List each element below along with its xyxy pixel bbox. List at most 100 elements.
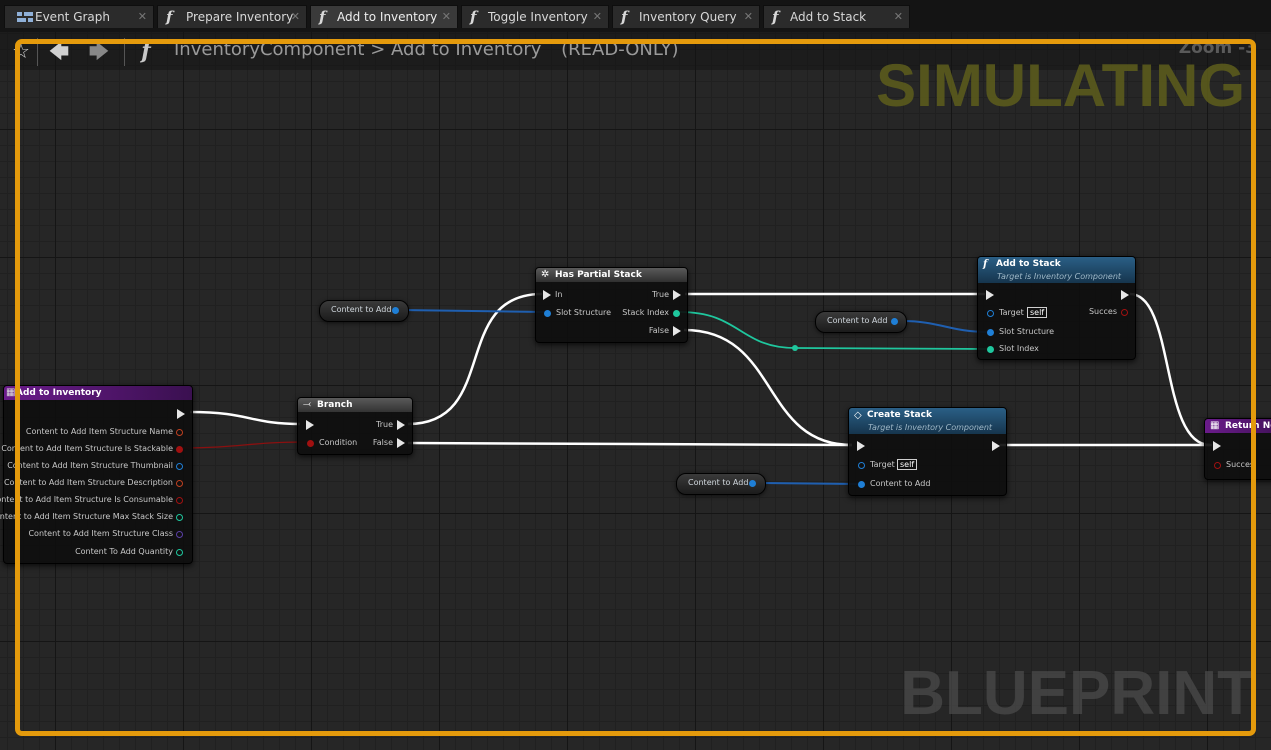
success-pin[interactable]	[1214, 462, 1221, 469]
branch-node[interactable]: ⤙ Branch Condition True False	[297, 397, 413, 455]
pin-label: Content to Add Item Structure Descriptio…	[3, 478, 173, 487]
has-partial-stack-node[interactable]: ✲ Has Partial Stack In Slot Structure Tr…	[535, 267, 688, 343]
pin-is-stackable[interactable]	[176, 446, 183, 453]
node-title: Create Stack	[867, 410, 932, 420]
slot-structure-pin[interactable]	[544, 310, 551, 317]
pin-is-consumable[interactable]	[176, 497, 183, 504]
exec-input-pin[interactable]	[543, 290, 551, 300]
exec-true-pin[interactable]	[397, 420, 405, 430]
read-only-badge: (READ-ONLY)	[561, 39, 679, 60]
pin-label: Content to Add Item Structure Thumbnail	[7, 461, 173, 470]
wire-reroute-dot	[792, 345, 798, 351]
pin-label: Content to Add	[870, 479, 931, 488]
function-entry-node[interactable]: ▦ Add to Inventory Content to Add Item S…	[0, 385, 193, 564]
variable-output-pin[interactable]	[749, 480, 756, 487]
breadcrumb: InventoryComponent > Add to Inventory (R…	[174, 39, 679, 60]
function-icon: f	[166, 8, 173, 26]
close-icon[interactable]: ✕	[291, 6, 300, 28]
graph-canvas[interactable]: ▦ Add to Inventory Content to Add Item S…	[0, 32, 1271, 750]
function-icon: f	[470, 8, 477, 26]
self-default-box[interactable]: self	[1027, 307, 1048, 318]
condition-pin[interactable]	[307, 440, 314, 447]
pin-description[interactable]	[176, 480, 183, 487]
content-to-add-getter[interactable]: Content to Add	[319, 300, 409, 322]
content-to-add-pin[interactable]	[858, 481, 865, 488]
add-to-stack-node[interactable]: f Add to Stack Target is Inventory Compo…	[977, 256, 1136, 360]
pin-label: Content to Add Item Structure Is Stackab…	[1, 444, 173, 453]
event-graph-icon	[17, 12, 33, 22]
back-arrow-icon[interactable]: 🡄	[44, 36, 74, 66]
tab-prepare-inventory[interactable]: f Prepare Inventory ✕	[157, 5, 307, 28]
target-pin[interactable]	[987, 310, 994, 317]
node-subtitle: Target is Inventory Component	[868, 423, 993, 432]
branch-icon: ⤙	[303, 399, 311, 410]
macro-icon: ✲	[541, 269, 550, 280]
tab-toggle-inventory[interactable]: f Toggle Inventory ✕	[461, 5, 609, 28]
target-pin[interactable]	[858, 462, 865, 469]
function-icon: f	[141, 38, 151, 64]
pin-label: False	[648, 326, 669, 335]
exec-input-pin[interactable]	[306, 420, 314, 430]
breadcrumb-separator: >	[370, 39, 386, 60]
pin-label: Succes	[1088, 307, 1117, 316]
node-header	[298, 398, 412, 412]
self-default-box[interactable]: self	[897, 459, 918, 470]
favorite-star-icon[interactable]: ☆	[8, 36, 34, 66]
variable-output-pin[interactable]	[392, 307, 399, 314]
exec-true-pin[interactable]	[673, 290, 681, 300]
exec-input-pin[interactable]	[986, 290, 994, 300]
diamond-icon: ◇	[854, 410, 862, 421]
content-to-add-getter[interactable]: Content to Add	[815, 311, 907, 333]
exec-input-pin[interactable]	[857, 441, 865, 451]
close-icon[interactable]: ✕	[593, 6, 602, 28]
pin-label: Target	[870, 460, 895, 469]
exec-wire-partial-false	[683, 328, 853, 447]
close-icon[interactable]: ✕	[442, 6, 451, 28]
tab-add-to-inventory[interactable]: f Add to Inventory ✕	[310, 5, 458, 28]
tab-label: Event Graph	[35, 10, 110, 24]
exec-output-pin[interactable]	[177, 409, 185, 419]
pin-max-stack-size[interactable]	[176, 514, 183, 521]
pin-quantity[interactable]	[176, 549, 183, 556]
struct-wire-content-slot	[399, 309, 547, 313]
content-to-add-getter[interactable]: Content to Add	[676, 473, 766, 495]
tab-inventory-query[interactable]: f Inventory Query ✕	[612, 5, 760, 28]
return-node[interactable]: ▦ Return No Succes	[1204, 418, 1271, 480]
divider	[37, 38, 38, 66]
variable-label: Content to Add	[827, 316, 888, 325]
pin-thumbnail[interactable]	[176, 463, 183, 470]
success-pin[interactable]	[1121, 309, 1128, 316]
pin-name[interactable]	[176, 429, 183, 436]
tab-label: Toggle Inventory	[488, 10, 588, 24]
slot-structure-pin[interactable]	[987, 329, 994, 336]
stack-index-pin[interactable]	[673, 310, 680, 317]
bool-wire-stackable-condition	[179, 441, 306, 449]
tab-event-graph[interactable]: Event Graph ✕	[4, 5, 154, 28]
function-icon: f	[983, 259, 988, 270]
tab-add-to-stack[interactable]: f Add to Stack ✕	[763, 5, 910, 28]
variable-output-pin[interactable]	[891, 318, 898, 325]
pin-class[interactable]	[176, 531, 183, 538]
node-title: Add to Inventory	[16, 388, 102, 398]
tab-label: Prepare Inventory	[186, 10, 294, 24]
exec-wire-branch-false	[407, 441, 853, 447]
node-title: Has Partial Stack	[555, 270, 642, 280]
close-icon[interactable]: ✕	[138, 6, 147, 28]
pin-label: Condition	[319, 438, 358, 447]
create-stack-node[interactable]: ◇ Create Stack Target is Inventory Compo…	[848, 407, 1007, 496]
forward-arrow-icon[interactable]: 🡆	[84, 36, 114, 66]
exec-output-pin[interactable]	[1121, 290, 1129, 300]
slot-index-pin[interactable]	[987, 346, 994, 353]
exec-false-pin[interactable]	[673, 326, 681, 336]
return-icon: ▦	[1210, 420, 1220, 431]
tab-bar: Event Graph ✕ f Prepare Inventory ✕ f Ad…	[0, 0, 1271, 32]
exec-input-pin[interactable]	[1213, 441, 1221, 451]
breadcrumb-root[interactable]: InventoryComponent	[174, 39, 364, 60]
function-entry-icon: ▦	[6, 387, 16, 398]
exec-false-pin[interactable]	[397, 438, 405, 448]
struct-wire-content-create	[755, 482, 859, 485]
pin-label: Succes	[1226, 460, 1255, 469]
close-icon[interactable]: ✕	[744, 6, 753, 28]
close-icon[interactable]: ✕	[894, 6, 903, 28]
exec-output-pin[interactable]	[992, 441, 1000, 451]
